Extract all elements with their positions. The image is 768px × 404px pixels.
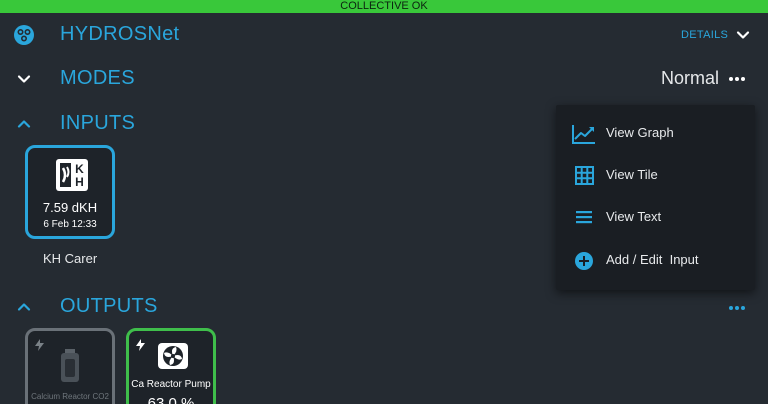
output-tile-ca-reactor-pump[interactable]: Ca Reactor Pump 63.0 %	[126, 328, 216, 404]
plus-circle-icon	[575, 252, 593, 270]
output-name: Calcium Reactor CO2	[31, 392, 109, 401]
grid-icon	[575, 166, 594, 185]
co2-bottle-icon	[61, 349, 79, 382]
power-bolt-icon	[136, 339, 145, 351]
modes-title: MODES	[60, 67, 135, 89]
menu-item-view-tile[interactable]: View Tile	[556, 156, 755, 196]
output-value: 63.0 %	[147, 395, 195, 404]
current-mode-value: Normal	[660, 68, 719, 88]
chevron-down-icon[interactable]	[17, 72, 31, 86]
output-name: Ca Reactor Pump	[131, 379, 211, 390]
menu-item-label: View Tile	[606, 167, 658, 182]
kh-badge-icon: K H	[56, 159, 88, 191]
more-horizontal-icon[interactable]	[728, 76, 746, 82]
status-bar: COLLECTIVE OK	[0, 0, 768, 13]
inputs-options-menu: View Graph View Tile View Text Add / Edi…	[556, 105, 755, 290]
menu-item-view-text[interactable]: View Text	[556, 198, 755, 238]
output-tile-calcium-reactor-co2[interactable]: Calcium Reactor CO2	[25, 328, 115, 404]
chevron-down-icon[interactable]	[736, 28, 750, 42]
input-label: KH Carer	[43, 251, 98, 266]
hydros-logo-icon	[14, 25, 34, 45]
details-link[interactable]: DETAILS	[681, 29, 728, 41]
fan-icon	[158, 343, 188, 369]
menu-item-label: View Text	[606, 209, 662, 224]
modes-section-header[interactable]: MODES Normal	[0, 63, 768, 95]
power-bolt-icon	[35, 339, 44, 351]
menu-item-add-edit-input[interactable]: Add / Edit Input	[556, 241, 755, 281]
input-tile-kh-carer[interactable]: K H 7.59 dKH 6 Feb 12:33	[25, 145, 115, 239]
chart-line-icon	[572, 125, 595, 144]
kh-badge-letter-h: H	[75, 175, 84, 189]
outputs-title: OUTPUTS	[60, 295, 158, 317]
more-horizontal-icon[interactable]	[728, 305, 746, 311]
chevron-up-icon[interactable]	[17, 117, 31, 131]
kh-badge-letter-k: K	[75, 162, 84, 176]
menu-item-view-graph[interactable]: View Graph	[556, 114, 755, 154]
menu-item-label: View Graph	[606, 125, 674, 140]
outputs-section-header[interactable]: OUTPUTS	[0, 291, 768, 323]
chevron-up-icon[interactable]	[17, 300, 31, 314]
menu-item-label: Add / Edit Input	[606, 252, 699, 267]
app-header: HYDROSNet DETAILS	[0, 13, 768, 57]
list-icon	[576, 211, 592, 224]
app-title: HYDROSNet	[60, 23, 180, 45]
inputs-title: INPUTS	[60, 112, 136, 134]
input-value: 7.59 dKH	[42, 200, 98, 215]
input-timestamp: 6 Feb 12:33	[43, 219, 97, 230]
